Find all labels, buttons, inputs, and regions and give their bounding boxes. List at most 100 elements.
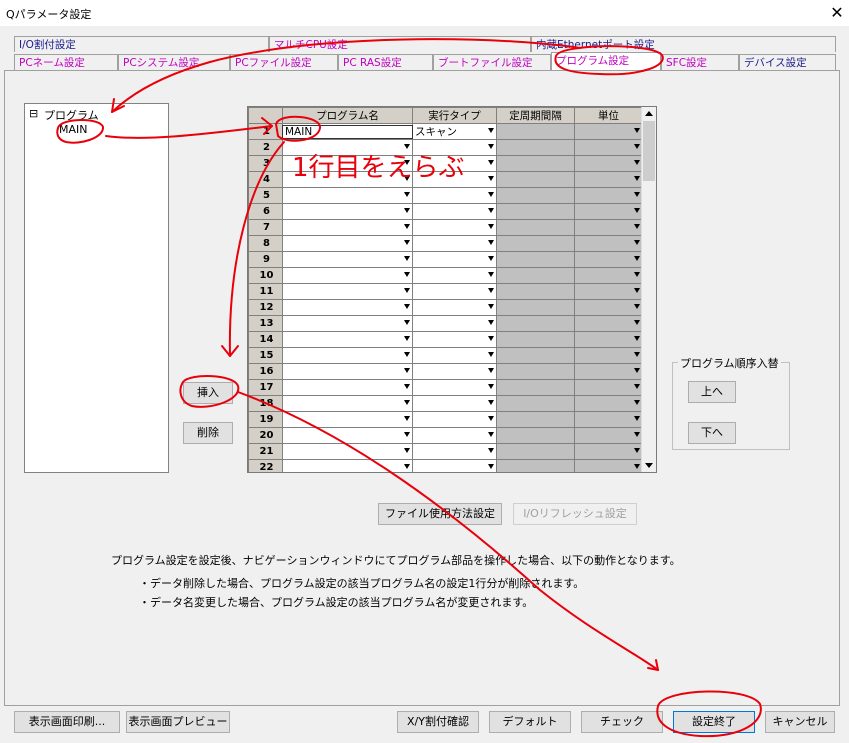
- chevron-down-icon[interactable]: [404, 272, 410, 277]
- unit-cell[interactable]: [574, 395, 643, 412]
- program-name-cell[interactable]: [282, 331, 413, 348]
- exec-type-cell[interactable]: [412, 379, 497, 396]
- chevron-down-icon[interactable]: [634, 288, 640, 293]
- program-name-cell[interactable]: [282, 171, 413, 188]
- fixed-interval-cell[interactable]: [496, 139, 575, 156]
- chevron-down-icon[interactable]: [488, 208, 494, 213]
- table-row[interactable]: 17: [248, 379, 643, 396]
- program-name-cell[interactable]: [282, 251, 413, 268]
- exec-type-cell[interactable]: [412, 283, 497, 300]
- fixed-interval-cell[interactable]: [496, 379, 575, 396]
- table-row[interactable]: 5: [248, 187, 643, 204]
- tab-program-settings[interactable]: プログラム設定: [551, 52, 661, 70]
- table-row[interactable]: 1 MAIN スキャン: [248, 123, 643, 140]
- move-down-button[interactable]: 下へ: [688, 422, 736, 444]
- chevron-down-icon[interactable]: [404, 304, 410, 309]
- scroll-down-icon[interactable]: [645, 463, 653, 468]
- fixed-interval-cell[interactable]: [496, 395, 575, 412]
- tab-pc-system[interactable]: PCシステム設定: [118, 54, 230, 70]
- unit-cell[interactable]: [574, 299, 643, 316]
- table-row[interactable]: 3: [248, 155, 643, 172]
- table-row[interactable]: 6: [248, 203, 643, 220]
- fixed-interval-cell[interactable]: [496, 363, 575, 380]
- chevron-down-icon[interactable]: [404, 352, 410, 357]
- program-name-cell[interactable]: [282, 235, 413, 252]
- chevron-down-icon[interactable]: [404, 240, 410, 245]
- cancel-button[interactable]: キャンセル: [765, 711, 835, 733]
- unit-cell[interactable]: [574, 155, 643, 172]
- fixed-interval-cell[interactable]: [496, 459, 575, 472]
- tree-collapse-icon[interactable]: ⊟: [29, 107, 38, 120]
- fixed-interval-cell[interactable]: [496, 171, 575, 188]
- move-up-button[interactable]: 上へ: [688, 381, 736, 403]
- chevron-down-icon[interactable]: [404, 464, 410, 469]
- exec-type-cell[interactable]: [412, 443, 497, 460]
- program-name-cell[interactable]: [282, 299, 413, 316]
- chevron-down-icon[interactable]: [634, 224, 640, 229]
- tab-multi-cpu[interactable]: マルチCPU設定: [269, 36, 531, 52]
- close-icon[interactable]: ✕: [826, 2, 848, 24]
- program-name-cell[interactable]: [282, 347, 413, 364]
- chevron-down-icon[interactable]: [488, 144, 494, 149]
- unit-cell[interactable]: [574, 283, 643, 300]
- unit-cell[interactable]: [574, 331, 643, 348]
- chevron-down-icon[interactable]: [404, 256, 410, 261]
- program-tree[interactable]: [24, 103, 169, 473]
- unit-cell[interactable]: [574, 123, 643, 140]
- unit-cell[interactable]: [574, 363, 643, 380]
- exec-type-cell[interactable]: [412, 203, 497, 220]
- chevron-down-icon[interactable]: [404, 320, 410, 325]
- program-name-cell[interactable]: [282, 139, 413, 156]
- grid-scrollbar[interactable]: [641, 107, 656, 472]
- chevron-down-icon[interactable]: [634, 432, 640, 437]
- tab-pc-file[interactable]: PCファイル設定: [230, 54, 338, 70]
- chevron-down-icon[interactable]: [404, 224, 410, 229]
- chevron-down-icon[interactable]: [634, 400, 640, 405]
- fixed-interval-cell[interactable]: [496, 443, 575, 460]
- fixed-interval-cell[interactable]: [496, 299, 575, 316]
- print-screen-button[interactable]: 表示画面印刷...: [14, 711, 120, 733]
- chevron-down-icon[interactable]: [488, 320, 494, 325]
- tab-builtin-ethernet[interactable]: 内蔵Ethernetポート設定: [531, 36, 836, 52]
- chevron-down-icon[interactable]: [634, 368, 640, 373]
- chevron-down-icon[interactable]: [488, 368, 494, 373]
- unit-cell[interactable]: [574, 219, 643, 236]
- chevron-down-icon[interactable]: [488, 288, 494, 293]
- exec-type-cell[interactable]: [412, 347, 497, 364]
- chevron-down-icon[interactable]: [634, 416, 640, 421]
- chevron-down-icon[interactable]: [488, 336, 494, 341]
- chevron-down-icon[interactable]: [488, 384, 494, 389]
- chevron-down-icon[interactable]: [634, 144, 640, 149]
- exec-type-cell[interactable]: [412, 331, 497, 348]
- chevron-down-icon[interactable]: [488, 304, 494, 309]
- unit-cell[interactable]: [574, 459, 643, 472]
- chevron-down-icon[interactable]: [488, 256, 494, 261]
- fixed-interval-cell[interactable]: [496, 219, 575, 236]
- fixed-interval-cell[interactable]: [496, 123, 575, 140]
- chevron-down-icon[interactable]: [634, 256, 640, 261]
- chevron-down-icon[interactable]: [634, 464, 640, 469]
- exec-type-cell[interactable]: [412, 395, 497, 412]
- tab-boot-file[interactable]: ブートファイル設定: [433, 54, 551, 70]
- unit-cell[interactable]: [574, 203, 643, 220]
- exec-type-cell[interactable]: [412, 187, 497, 204]
- program-name-cell[interactable]: [282, 267, 413, 284]
- program-name-cell[interactable]: [282, 283, 413, 300]
- chevron-down-icon[interactable]: [404, 144, 410, 149]
- unit-cell[interactable]: [574, 315, 643, 332]
- unit-cell[interactable]: [574, 267, 643, 284]
- chevron-down-icon[interactable]: [634, 352, 640, 357]
- fixed-interval-cell[interactable]: [496, 411, 575, 428]
- program-name-cell[interactable]: [282, 187, 413, 204]
- chevron-down-icon[interactable]: [404, 416, 410, 421]
- exec-type-cell[interactable]: [412, 139, 497, 156]
- chevron-down-icon[interactable]: [634, 304, 640, 309]
- chevron-down-icon[interactable]: [404, 432, 410, 437]
- chevron-down-icon[interactable]: [488, 192, 494, 197]
- chevron-down-icon[interactable]: [634, 384, 640, 389]
- table-row[interactable]: 10: [248, 267, 643, 284]
- program-name-cell[interactable]: [282, 427, 413, 444]
- table-row[interactable]: 13: [248, 315, 643, 332]
- table-row[interactable]: 16: [248, 363, 643, 380]
- table-row[interactable]: 22: [248, 459, 643, 472]
